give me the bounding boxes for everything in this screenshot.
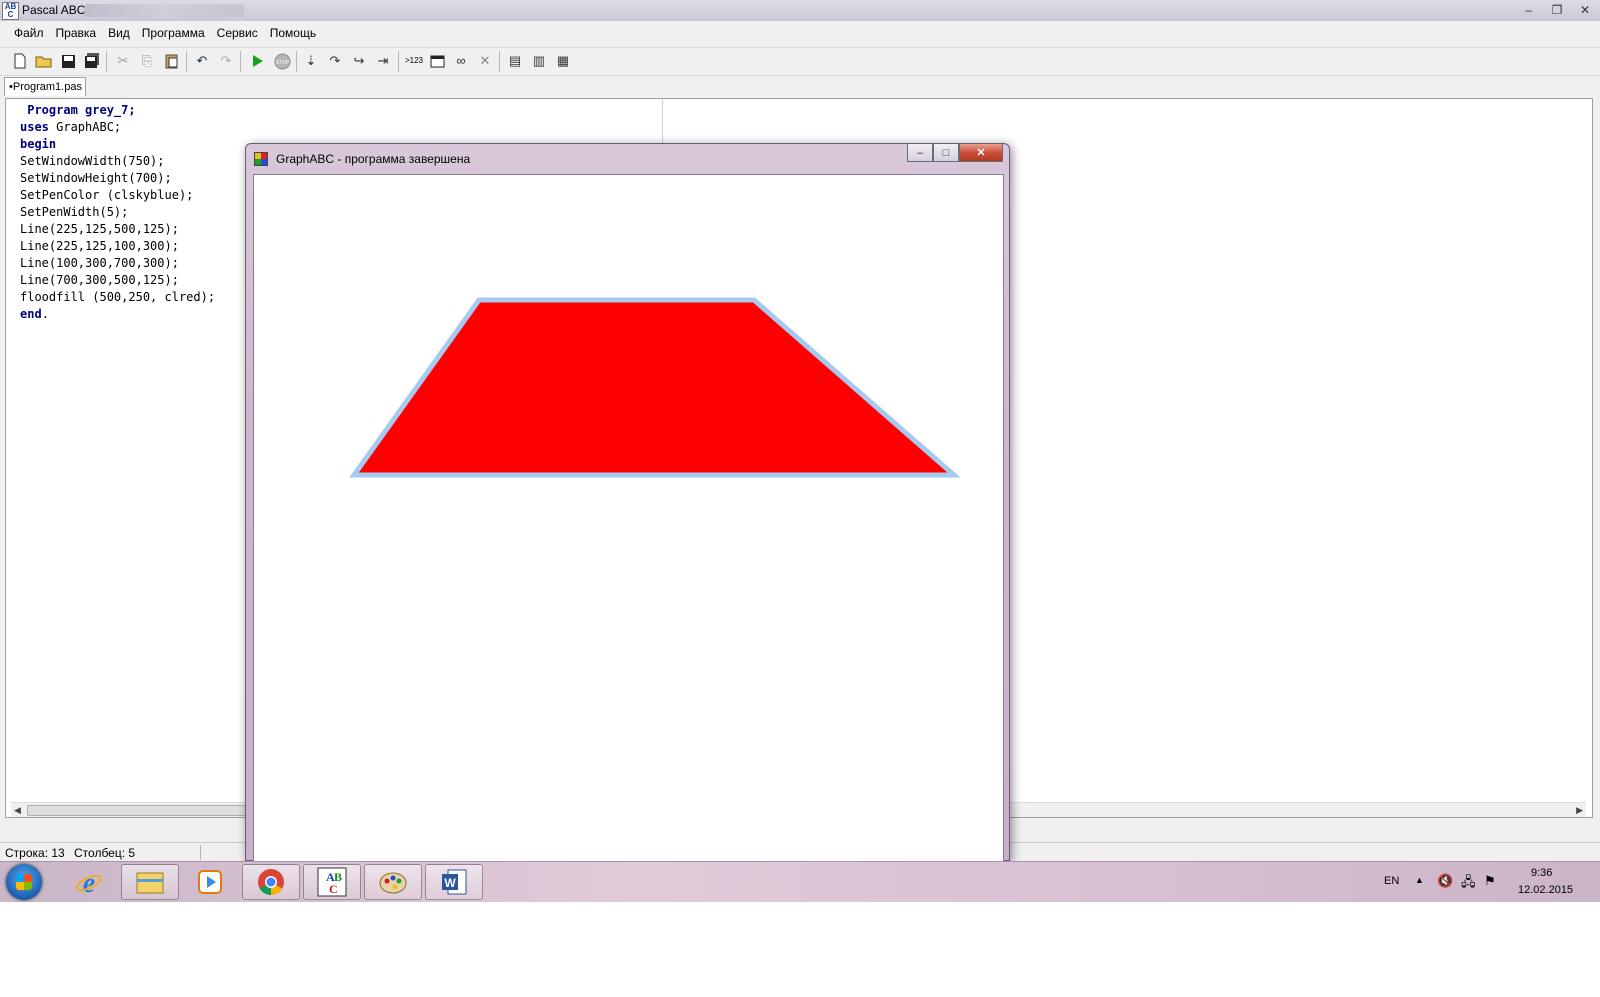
code-line: Line(700,300,500,125); (20, 273, 179, 287)
scroll-right-icon[interactable]: ▶ (1576, 803, 1583, 817)
run-icon[interactable] (249, 52, 267, 70)
code-line: SetWindowWidth(750); (20, 154, 165, 168)
chrome-icon[interactable] (242, 864, 300, 900)
close-button[interactable]: ✕ (1572, 1, 1598, 18)
graphabc-app-icon (254, 152, 268, 166)
language-indicator[interactable]: EN (1384, 875, 1399, 887)
show-hidden-icons-icon[interactable]: ▲ (1415, 875, 1424, 885)
copy-icon[interactable]: ⎘ (138, 52, 156, 70)
code-line: end. (20, 307, 49, 321)
menu-file[interactable]: Файл (8, 23, 50, 43)
menu-bar: Файл Правка Вид Программа Сервис Помощь (0, 22, 1600, 44)
network-icon[interactable]: 🖧 (1461, 873, 1476, 895)
ie-icon[interactable]: e (60, 864, 118, 900)
undo-icon[interactable]: ↶ (193, 52, 211, 70)
code-line: floodfill (500,250, clred); (20, 290, 216, 304)
run-to-cursor-icon[interactable]: ⇥ (374, 52, 392, 70)
graphabc-close-button[interactable]: ✕ (959, 144, 1003, 162)
graphabc-window: GraphABC - программа завершена – □ ✕ (245, 143, 1010, 862)
save-icon[interactable] (59, 52, 77, 70)
pascal-abc-icon[interactable]: ABC (303, 864, 361, 900)
stop-icon[interactable]: STOP (273, 52, 291, 70)
output-window-icon[interactable] (428, 52, 446, 70)
graphabc-maximize-button[interactable]: □ (933, 144, 959, 162)
graphabc-window-title: GraphABC - программа завершена (276, 152, 471, 166)
code-line: uses GraphABC; (20, 120, 122, 134)
svg-text:e: e (83, 868, 95, 896)
code-line: begin (20, 137, 57, 151)
explorer-icon[interactable] (121, 864, 179, 900)
window-title: Pascal ABC (22, 3, 86, 17)
graphics-canvas (253, 174, 1004, 862)
menu-view[interactable]: Вид (102, 23, 136, 43)
step-into-icon[interactable]: ⇣ (302, 52, 320, 70)
delete-icon[interactable]: ✕ (476, 52, 494, 70)
graphabc-minimize-button[interactable]: – (907, 144, 933, 162)
menu-edit[interactable]: Правка (50, 23, 103, 43)
svg-text:STOP: STOP (275, 60, 289, 66)
scroll-left-icon[interactable]: ◀ (14, 803, 21, 817)
menu-service[interactable]: Сервис (211, 23, 264, 43)
code-line: Line(225,125,500,125); (20, 222, 179, 236)
code-line: SetPenWidth(5); (20, 205, 129, 219)
toolbar: ✂ ⎘ ↶ ↷ STOP ⇣ ↷ ↪ ⇥ >123 ∞ ✕ ▤ ▥ ▦ (0, 47, 1600, 76)
code-line: Line(225,125,100,300); (20, 239, 179, 253)
code-line: SetPenColor (clskyblue); (20, 188, 194, 202)
clock-time[interactable]: 9:36 (1531, 867, 1552, 879)
redo-icon[interactable]: ↷ (217, 52, 235, 70)
cut-icon[interactable]: ✂ (114, 52, 132, 70)
code-text: Program grey_7; uses GraphABC; begin Set… (20, 102, 215, 323)
pascal-abc-app-icon: AB C (2, 2, 19, 20)
paste-icon[interactable] (162, 52, 180, 70)
rebuild-icon[interactable]: ▦ (554, 52, 572, 70)
code-line: Line(100,300,700,300); (20, 256, 179, 270)
word-icon[interactable]: W (425, 864, 483, 900)
step-out-icon[interactable]: ↪ (350, 52, 368, 70)
maximize-button[interactable]: ❐ (1544, 1, 1570, 18)
save-all-icon[interactable] (83, 52, 101, 70)
glasses-icon[interactable]: ∞ (452, 52, 470, 70)
svg-text:C: C (329, 882, 338, 896)
paint-icon[interactable] (364, 864, 422, 900)
start-button[interactable] (6, 864, 42, 900)
compile-icon[interactable]: ▥ (530, 52, 548, 70)
menu-help[interactable]: Помощь (264, 23, 322, 43)
taskbar: e ABC W EN ▲ 🔇 🖧 ⚑ 9:36 12.02.2015 (0, 861, 1600, 902)
action-center-flag-icon[interactable]: ⚑ (1484, 873, 1496, 889)
code-line: Program grey_7; (20, 103, 136, 117)
code-line: SetWindowHeight(700); (20, 171, 172, 185)
status-column: Столбец: 5 (74, 846, 136, 860)
scrollbar-thumb[interactable] (27, 805, 259, 816)
editor-gutter (6, 99, 18, 817)
blurred-title-region (84, 4, 244, 17)
media-player-icon[interactable] (181, 864, 239, 900)
open-folder-icon[interactable] (35, 52, 53, 70)
clock-date[interactable]: 12.02.2015 (1518, 884, 1573, 896)
tab-program1[interactable]: •Program1.pas (4, 77, 86, 96)
watch-icon[interactable]: >123 (404, 52, 424, 70)
format-code-icon[interactable]: ▤ (506, 52, 524, 70)
menu-program[interactable]: Программа (136, 23, 211, 43)
red-trapezoid (349, 297, 961, 478)
volume-muted-icon[interactable]: 🔇 (1437, 873, 1453, 889)
new-file-icon[interactable] (11, 52, 29, 70)
step-over-icon[interactable]: ↷ (326, 52, 344, 70)
minimize-button[interactable]: – (1516, 1, 1542, 18)
title-bar: AB C Pascal ABC – ❐ ✕ (0, 0, 1600, 21)
svg-text:W: W (444, 876, 456, 890)
status-row: Строка: 13 (5, 846, 65, 860)
